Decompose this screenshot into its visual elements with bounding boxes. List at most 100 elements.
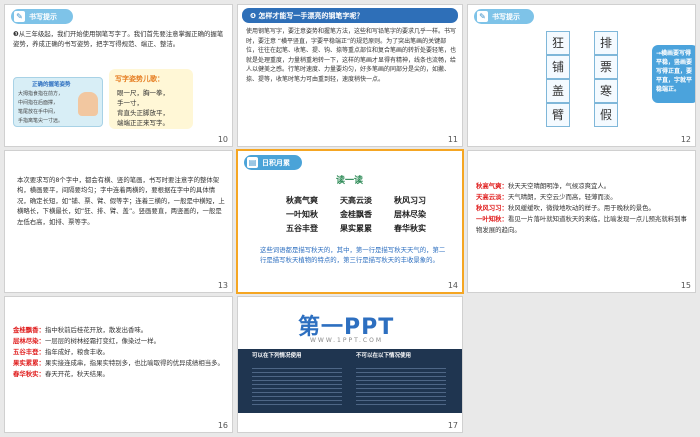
definition-item: 果实累累：果实接连成串，指果实特别多，也比喻取得的优异成绩相当多。 <box>13 358 227 369</box>
definition-item: 春华秋实：春天开花，秋天结果。 <box>13 369 227 380</box>
slide-header-label: 书写提示 <box>29 13 57 21</box>
definition-list: 金桂飘香：指中秋前后桂花开放，散发出香味。 层林尽染：一层层的树林经霜打变红，像… <box>13 325 227 380</box>
term: 一叶知秋： <box>476 215 508 223</box>
pencil-icon: ✎ <box>477 11 488 22</box>
idiom-note: 这些词语都是描写秋天的，其中，第一行是描写秋天天气的，第二行是描写秋天植物的特点… <box>260 246 446 264</box>
grid-cell: 寒 <box>594 79 618 103</box>
slide-paragraph: 使用钢笔写字，要注意姿势和握笔方法，这些和写铅笔字的要求几乎一样。书写时，要注意… <box>246 28 457 83</box>
grid-cell: 假 <box>594 103 618 127</box>
idiom: 五谷丰登 <box>286 223 318 233</box>
slide-header: ✎ 书写提示 <box>474 9 534 24</box>
term: 五谷丰登： <box>13 348 45 356</box>
usage-forbidden-lines <box>356 365 446 405</box>
slide-10-thumbnail[interactable]: ✎ 书写提示 ❸从三年级起，我们开始使用钢笔写字了。我们首先要注意掌握正确的握笔姿… <box>4 4 233 147</box>
term: 金桂飘香： <box>13 326 45 334</box>
slide-number: 15 <box>680 281 691 290</box>
grip-illustration: 正确的握笔姿势 大拇指食指在前方， 中间指在后面撑， 笔尾放在手中间， 手指离笔… <box>13 77 103 127</box>
slide-number: 12 <box>680 135 691 144</box>
card-line: 大拇指食指在前方， <box>18 91 64 97</box>
term: 天高云淡： <box>476 193 508 201</box>
card-line: 手指离笔尖一寸远。 <box>18 118 64 124</box>
idiom: 一叶知秋 <box>286 209 318 219</box>
idiom-table: 秋高气爽 天高云淡 秋风习习 一叶知秋 金桂飘香 层林尽染 五谷丰登 果实累累 … <box>286 193 426 235</box>
grid-cell: 铺 <box>546 55 570 79</box>
term: 春华秋实： <box>13 370 45 378</box>
read-title: 读一读 <box>336 176 364 186</box>
grid-cell: 狂 <box>546 31 570 55</box>
term: 秋高气爽： <box>476 182 508 190</box>
desc: 天气晴朗，天空云少而高，轻薄而淡。 <box>507 193 617 201</box>
slide-number: 14 <box>447 281 458 290</box>
ppt-url: WWW.1PPT.COM <box>310 337 384 344</box>
pose-line: 背直头正脚放平， <box>117 109 169 117</box>
desc: 看见一片落叶就知道秋天的来临，比喻发现一点儿预兆就料到事物发展的趋向。 <box>476 215 687 234</box>
idiom: 果实累累 <box>340 223 372 233</box>
usage-allowed-lines <box>252 365 342 405</box>
slide-header: ✎ 书写提示 <box>11 9 73 24</box>
definition-item: 一叶知秋：看见一片落叶就知道秋天的来临，比喻发现一点儿预兆就料到事物发展的趋向。 <box>476 214 690 236</box>
idiom: 春华秋实 <box>394 223 426 233</box>
slide-paragraph: 本次要求写的8个字中，都会有横、竖的笔画，书写时要注意字的整体架构，横画要平，间… <box>17 176 225 226</box>
slide-number: 16 <box>217 421 228 430</box>
definition-item: 五谷丰登：指年成好，粮食丰收。 <box>13 347 227 358</box>
slide-11-thumbnail[interactable]: ❹ 怎样才能写一手漂亮的钢笔字呢？ 使用钢笔写字，要注意姿势和握笔方法，这些和写… <box>237 4 463 147</box>
grid-cell: 票 <box>594 55 618 79</box>
idiom-row: 五谷丰登 果实累累 春华秋实 <box>286 221 426 235</box>
slide-header-label: 日积月累 <box>262 159 290 167</box>
grid-cell: 臂 <box>546 103 570 127</box>
slide-number: 13 <box>217 281 228 290</box>
slide-paragraph: ❸从三年级起，我们开始使用钢笔写字了。我们首先要注意掌握正确的握笔姿势，养成正确… <box>13 30 224 48</box>
card-line: 笔尾放在手中间， <box>18 109 59 115</box>
pose-line: 眼一尺，胸一拳， <box>117 89 169 97</box>
definition-item: 秋风习习：秋风缓缓吹，微微地吹动的样子。用于晚秋的景色。 <box>476 203 690 214</box>
slide-number: 10 <box>217 135 228 144</box>
term: 层林尽染： <box>13 337 45 345</box>
usage-allowed-title: 可以在下列情况使用 <box>252 353 302 359</box>
definition-item: 秋高气爽：秋天天空晴朗明净，气候凉爽宜人。 <box>476 181 690 192</box>
slide-header: ▤ 日积月累 <box>244 155 302 170</box>
hand-icon <box>78 92 98 116</box>
slide-12-thumbnail[interactable]: ✎ 书写提示 狂 排 铺 票 盖 寒 臂 假 →横画要写得平稳，竖画要写得正直，要… <box>467 4 696 147</box>
idiom: 秋高气爽 <box>286 195 318 205</box>
slide-15-thumbnail[interactable]: 秋高气爽：秋天天空晴朗明净，气候凉爽宜人。 天高云淡：天气晴朗，天空云少而高，轻… <box>467 150 696 293</box>
slide-16-thumbnail[interactable]: 金桂飘香：指中秋前后桂花开放，散发出香味。 层林尽染：一层层的树林经霜打变红，像… <box>4 296 233 433</box>
pose-line: 端端正正来写字。 <box>117 119 169 127</box>
idiom: 层林尽染 <box>394 209 426 219</box>
slide-header-label: 书写提示 <box>492 13 520 21</box>
slide-17-thumbnail[interactable]: 第一PPT WWW.1PPT.COM 可以在下列情况使用 不可以在以下情况使用 … <box>237 296 463 433</box>
term: 果实累累： <box>13 359 45 367</box>
slide-13-thumbnail[interactable]: 本次要求写的8个字中，都会有横、竖的笔画，书写时要注意字的整体架构，横画要平，间… <box>4 150 233 293</box>
definition-list: 秋高气爽：秋天天空晴朗明净，气候凉爽宜人。 天高云淡：天气晴朗，天空云少而高，轻… <box>476 181 690 236</box>
slide-number: 11 <box>447 135 458 144</box>
idiom-row: 秋高气爽 天高云淡 秋风习习 <box>286 193 426 207</box>
card-line: 中间指在后面撑， <box>18 100 59 106</box>
slide-14-thumbnail[interactable]: ▤ 日积月累 读一读 秋高气爽 天高云淡 秋风习习 一叶知秋 金桂飘香 层林尽染 … <box>236 149 464 294</box>
pose-title: 写字姿势儿歌： <box>115 75 164 83</box>
desc: 春天开花，秋天结果。 <box>44 370 109 378</box>
usage-forbidden-title: 不可以在以下情况使用 <box>356 353 412 359</box>
grid-cell: 排 <box>594 31 618 55</box>
desc: 指年成好，粮食丰收。 <box>44 348 109 356</box>
book-icon: ▤ <box>247 157 258 168</box>
pencil-icon: ✎ <box>14 11 25 22</box>
idiom-row: 一叶知秋 金桂飘香 层林尽染 <box>286 207 426 221</box>
posture-rhyme-box: 写字姿势儿歌： 眼一尺，胸一拳， 手一寸， 背直头正脚放平， 端端正正来写字。 <box>109 69 193 129</box>
tip-bubble: →横画要写得平稳，竖画要写得正直，要平直，字就平稳端正。 <box>652 45 695 103</box>
slide-number: 17 <box>447 421 458 430</box>
desc: 一层层的树林经霜打变红，像染过一样。 <box>44 337 160 345</box>
card-title: 正确的握笔姿势 <box>32 82 71 88</box>
definition-item: 金桂飘香：指中秋前后桂花开放，散发出香味。 <box>13 325 227 336</box>
definition-item: 层林尽染：一层层的树林经霜打变红，像染过一样。 <box>13 336 227 347</box>
desc: 秋天天空晴朗明净，气候凉爽宜人。 <box>507 182 611 190</box>
idiom: 天高云淡 <box>340 195 372 205</box>
ppt-logo: 第一PPT <box>298 315 395 340</box>
character-grid: 狂 排 铺 票 盖 寒 臂 假 <box>546 31 642 127</box>
desc: 果实接连成串，指果实特别多，也比喻取得的优异成绩相当多。 <box>44 359 224 367</box>
desc: 指中秋前后桂花开放，散发出香味。 <box>44 326 148 334</box>
desc: 秋风缓缓吹，微微地吹动的样子。用于晚秋的景色。 <box>507 204 655 212</box>
grid-cell: 盖 <box>546 79 570 103</box>
term: 秋风习习： <box>476 204 508 212</box>
definition-item: 天高云淡：天气晴朗，天空云少而高，轻薄而淡。 <box>476 192 690 203</box>
pose-line: 手一寸， <box>117 99 143 107</box>
idiom: 金桂飘香 <box>340 209 372 219</box>
